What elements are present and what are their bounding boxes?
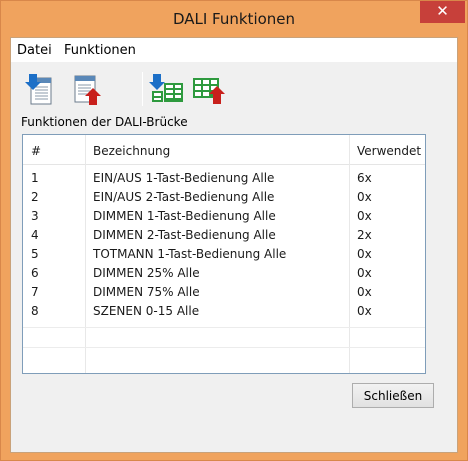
cell-verwendet: 0x xyxy=(357,209,372,223)
column-header-verwendet[interactable]: Verwendet xyxy=(357,144,421,158)
table-row[interactable]: 8 SZENEN 0-15 Alle 0x xyxy=(23,302,425,321)
cell-verwendet: 0x xyxy=(357,247,372,261)
dialog-window: DALI Funktionen ✕ Datei Funktionen Funkt… xyxy=(0,0,468,461)
menu-datei[interactable]: Datei xyxy=(17,43,52,58)
toolbar xyxy=(11,62,457,114)
cell-bezeichnung: EIN/AUS 2-Tast-Bedienung Alle xyxy=(93,190,275,204)
cell-number: 3 xyxy=(31,209,39,223)
cell-number: 4 xyxy=(31,228,39,242)
window-title: DALI Funktionen xyxy=(172,10,296,28)
cell-bezeichnung: TOTMANN 1-Tast-Bedienung Alle xyxy=(93,247,287,261)
row-gridline xyxy=(23,327,425,328)
export-table-button[interactable] xyxy=(191,72,227,106)
export-button[interactable] xyxy=(69,72,105,106)
close-dialog-button[interactable]: Schließen xyxy=(352,383,434,408)
cell-bezeichnung: DIMMEN 75% Alle xyxy=(93,285,200,299)
cell-verwendet: 0x xyxy=(357,285,372,299)
cell-bezeichnung: EIN/AUS 1-Tast-Bedienung Alle xyxy=(93,171,275,185)
cell-verwendet: 2x xyxy=(357,228,372,242)
cell-bezeichnung: DIMMEN 1-Tast-Bedienung Alle xyxy=(93,209,276,223)
export-icon xyxy=(74,75,101,105)
cell-number: 6 xyxy=(31,266,39,280)
cell-number: 8 xyxy=(31,304,39,318)
table-header: # Bezeichnung Verwendet xyxy=(23,135,425,165)
functions-table[interactable]: # Bezeichnung Verwendet 1 EIN/AUS 1-Tast-… xyxy=(22,134,426,374)
import-icon xyxy=(25,74,52,105)
group-label: Funktionen der DALI-Brücke xyxy=(21,115,188,129)
menu-bar: Datei Funktionen xyxy=(11,38,457,62)
cell-number: 7 xyxy=(31,285,39,299)
table-row[interactable]: 4 DIMMEN 2-Tast-Bedienung Alle 2x xyxy=(23,226,425,245)
row-gridline xyxy=(23,347,425,348)
import-table-button[interactable] xyxy=(149,72,185,106)
cell-verwendet: 0x xyxy=(357,304,372,318)
table-row[interactable]: 6 DIMMEN 25% Alle 0x xyxy=(23,264,425,283)
cell-number: 1 xyxy=(31,171,39,185)
cell-number: 5 xyxy=(31,247,39,261)
export-table-icon xyxy=(193,78,225,104)
column-header-bezeichnung[interactable]: Bezeichnung xyxy=(93,144,170,158)
cell-bezeichnung: DIMMEN 25% Alle xyxy=(93,266,200,280)
import-button[interactable] xyxy=(23,72,59,106)
cell-number: 2 xyxy=(31,190,39,204)
table-row[interactable]: 7 DIMMEN 75% Alle 0x xyxy=(23,283,425,302)
table-row[interactable]: 2 EIN/AUS 2-Tast-Bedienung Alle 0x xyxy=(23,188,425,207)
table-row[interactable]: 3 DIMMEN 1-Tast-Bedienung Alle 0x xyxy=(23,207,425,226)
cell-verwendet: 0x xyxy=(357,190,372,204)
column-header-number[interactable]: # xyxy=(31,144,41,158)
menu-funktionen[interactable]: Funktionen xyxy=(64,43,136,58)
table-row[interactable]: 5 TOTMANN 1-Tast-Bedienung Alle 0x xyxy=(23,245,425,264)
toolbar-separator xyxy=(142,72,143,106)
title-bar[interactable]: DALI Funktionen ✕ xyxy=(1,1,467,37)
table-row[interactable]: 1 EIN/AUS 1-Tast-Bedienung Alle 6x xyxy=(23,169,425,188)
window-close-button[interactable]: ✕ xyxy=(420,1,465,23)
cell-verwendet: 6x xyxy=(357,171,372,185)
cell-bezeichnung: SZENEN 0-15 Alle xyxy=(93,304,200,318)
import-table-icon xyxy=(149,74,183,102)
cell-verwendet: 0x xyxy=(357,266,372,280)
cell-bezeichnung: DIMMEN 2-Tast-Bedienung Alle xyxy=(93,228,276,242)
